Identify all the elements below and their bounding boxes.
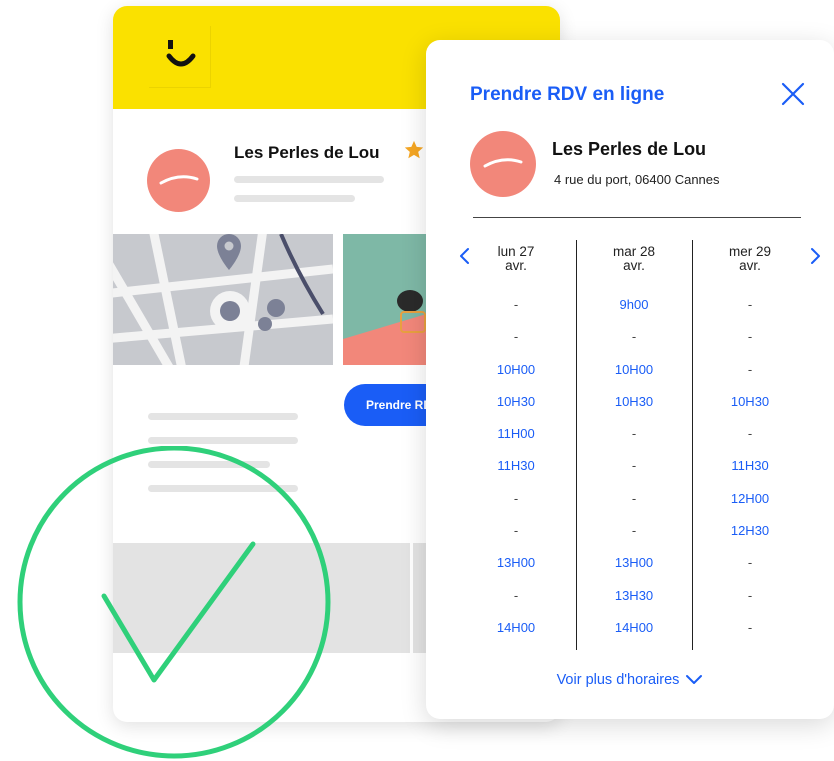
close-icon[interactable] <box>780 81 806 107</box>
time-slot-unavailable: - <box>513 523 519 539</box>
chevron-down-icon <box>686 675 703 685</box>
time-slot[interactable]: 13H00 <box>458 547 574 579</box>
time-slot[interactable]: 10H00 <box>458 354 574 386</box>
time-slot[interactable]: 14H00 <box>458 612 574 644</box>
time-slot-unavailable: - <box>747 361 753 377</box>
logo <box>149 26 211 88</box>
time-slot[interactable]: 11H30 <box>692 450 808 482</box>
time-slot-unavailable: - <box>631 523 637 539</box>
divider <box>473 217 801 218</box>
map-thumbnail[interactable] <box>113 234 333 365</box>
business-name[interactable]: Les Perles de Lou <box>234 143 380 163</box>
time-slot[interactable]: 12H00 <box>692 483 808 515</box>
time-slot[interactable]: 14H00 <box>576 612 692 644</box>
time-slot-unavailable: - <box>747 297 753 312</box>
time-slot[interactable]: 10H30 <box>692 386 808 418</box>
business-address: 4 rue du port, 06400 Cannes <box>554 172 720 187</box>
time-slot-unavailable: - <box>631 329 637 345</box>
time-slot-unavailable: - <box>631 490 637 506</box>
time-slot-list: - - - 10H30 - 11H30 12H00 12H30 - - - <box>692 289 808 644</box>
time-slot-unavailable: - <box>747 587 753 603</box>
booking-modal: Prendre RDV en ligne Les Perles de Lou 4… <box>426 40 834 719</box>
time-slot-unavailable: - <box>747 329 753 345</box>
time-slot-list: - - 10H00 10H30 11H00 11H30 - - 13H00 - 14H00 <box>458 289 574 644</box>
time-slot[interactable]: 13H30 <box>576 580 692 612</box>
day-column: lun 27 avr. - - 10H00 10H30 11H00 11H30 - - 13H0… <box>458 245 574 644</box>
skeleton-line <box>148 437 298 444</box>
time-slot-unavailable: - <box>747 426 753 442</box>
time-slot-unavailable: - <box>747 555 753 571</box>
time-slot-unavailable: - <box>513 297 519 312</box>
time-slot-unavailable: - <box>747 619 753 635</box>
time-slot[interactable]: 10H00 <box>576 354 692 386</box>
chevron-right-icon[interactable] <box>806 247 824 265</box>
time-slot-unavailable: - <box>513 587 519 603</box>
day-column: mar 28 avr. 9h00 - 10H00 10H30 - - - - 13H00 13H3… <box>576 245 692 644</box>
day-header: lun 27 avr. <box>497 244 535 273</box>
day-column: mer 29 avr. - - - 10H30 - 11H30 12H00 12H30 - - - <box>692 245 808 644</box>
day-header: mer 29 avr. <box>728 244 772 273</box>
modal-title: Prendre RDV en ligne <box>470 84 665 105</box>
time-slot-unavailable: - <box>631 458 637 474</box>
time-slot[interactable]: 13H00 <box>576 547 692 579</box>
business-avatar <box>470 131 536 197</box>
time-slot[interactable]: 11H30 <box>458 450 574 482</box>
checkmark-circle-icon <box>17 446 331 759</box>
time-slot[interactable]: 11H00 <box>458 418 574 450</box>
skeleton-line <box>148 413 298 420</box>
more-times-button[interactable]: Voir plus d'horaires <box>426 672 834 688</box>
day-header: mar 28 avr. <box>612 244 656 273</box>
skeleton-line <box>234 195 355 202</box>
time-slot[interactable]: 10H30 <box>458 386 574 418</box>
time-slot-unavailable: - <box>513 490 519 506</box>
logo-smile-icon <box>166 40 196 67</box>
star-icon <box>404 140 424 159</box>
time-slot-unavailable: - <box>513 329 519 345</box>
time-slot[interactable]: 12H30 <box>692 515 808 547</box>
time-slot[interactable]: 9h00 <box>576 289 692 321</box>
time-slot[interactable]: 10H30 <box>576 386 692 418</box>
business-avatar <box>147 149 210 212</box>
skeleton-line <box>234 176 384 183</box>
time-slot-list: 9h00 - 10H00 10H30 - - - - 13H00 13H30 14H00 <box>576 289 692 644</box>
business-name: Les Perles de Lou <box>552 139 707 159</box>
time-slot-unavailable: - <box>631 426 637 442</box>
